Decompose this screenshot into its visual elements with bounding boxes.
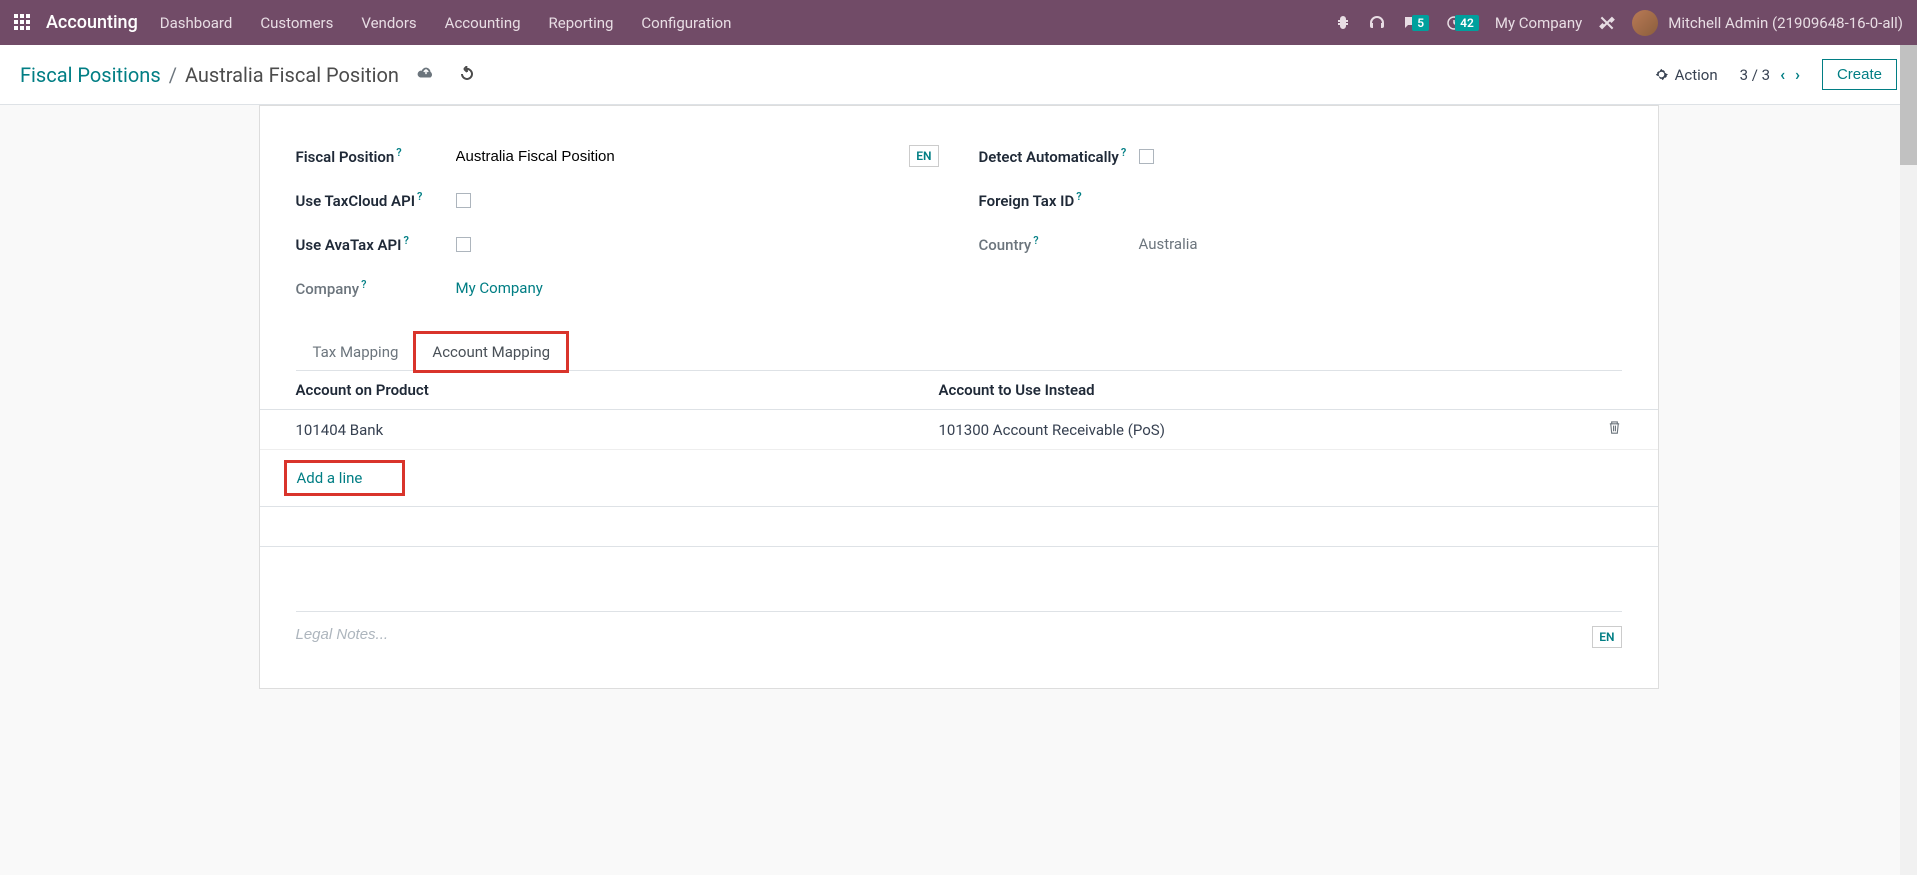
help-icon[interactable]: ?	[396, 146, 401, 159]
breadcrumb: Fiscal Positions / Australia Fiscal Posi…	[20, 63, 475, 87]
help-icon[interactable]: ?	[1121, 146, 1126, 159]
add-line-row: Add a line	[260, 450, 1658, 507]
nav-reporting[interactable]: Reporting	[549, 14, 614, 32]
support-icon[interactable]	[1368, 14, 1386, 32]
lang-button[interactable]: EN	[909, 145, 938, 167]
form-left-col: Fiscal Position? EN Use TaxCloud API? Us…	[296, 136, 939, 312]
trash-icon	[1607, 420, 1622, 435]
detect-auto-label: Detect Automatically?	[979, 146, 1139, 166]
col-account-to-use: Account to Use Instead	[939, 381, 1582, 399]
breadcrumb-parent[interactable]: Fiscal Positions	[20, 63, 161, 87]
foreign-tax-label: Foreign Tax ID?	[979, 190, 1139, 210]
control-panel: Fiscal Positions / Australia Fiscal Posi…	[0, 45, 1917, 105]
tabs: Tax Mapping Account Mapping	[296, 332, 1622, 371]
col-account-on-product: Account on Product	[296, 381, 939, 399]
use-taxcloud-checkbox[interactable]	[456, 193, 471, 208]
apps-icon[interactable]	[14, 14, 32, 32]
company-link[interactable]: My Company	[456, 279, 543, 297]
create-button[interactable]: Create	[1822, 59, 1897, 90]
form-sheet: Fiscal Position? EN Use TaxCloud API? Us…	[259, 105, 1659, 689]
legal-notes-input[interactable]	[296, 626, 1593, 643]
bug-icon[interactable]	[1334, 14, 1352, 32]
main-navbar: Accounting Dashboard Customers Vendors A…	[0, 0, 1917, 45]
pager: 3 / 3 ‹ ›	[1740, 65, 1800, 84]
action-menu[interactable]: Action	[1654, 66, 1718, 84]
form-right-col: Detect Automatically? Foreign Tax ID? Co…	[979, 136, 1622, 312]
avatar[interactable]	[1632, 10, 1658, 36]
clock-badge: 42	[1455, 15, 1479, 31]
fiscal-position-input[interactable]	[456, 148, 910, 165]
foreign-tax-input[interactable]	[1139, 192, 1622, 209]
activities-button[interactable]: 42	[1445, 14, 1479, 32]
delete-row-button[interactable]	[1582, 420, 1622, 439]
cell-account-src[interactable]: 101404 Bank	[296, 421, 939, 439]
cloud-unsaved-icon[interactable]	[417, 63, 435, 87]
nav-menu: Dashboard Customers Vendors Accounting R…	[160, 14, 732, 32]
cp-right: Action 3 / 3 ‹ › Create	[1654, 59, 1897, 90]
discard-icon[interactable]	[459, 63, 475, 87]
gear-icon	[1654, 67, 1669, 82]
action-label: Action	[1675, 66, 1718, 84]
nav-configuration[interactable]: Configuration	[641, 14, 731, 32]
add-line-button[interactable]: Add a line	[284, 460, 406, 496]
systray: 5 42 My Company Mitchell Admin (21909648…	[1334, 10, 1903, 36]
messages-button[interactable]: 5	[1402, 14, 1429, 32]
account-mapping-table: Account on Product Account to Use Instea…	[260, 371, 1658, 591]
help-icon[interactable]: ?	[1033, 234, 1038, 247]
legal-notes: EN	[296, 611, 1622, 648]
scrollbar-thumb[interactable]	[1900, 45, 1917, 165]
use-avatax-checkbox[interactable]	[456, 237, 471, 252]
table-row[interactable]: 101404 Bank 101300 Account Receivable (P…	[260, 410, 1658, 450]
help-icon[interactable]: ?	[361, 278, 366, 291]
company-switcher[interactable]: My Company	[1495, 14, 1582, 32]
nav-vendors[interactable]: Vendors	[361, 14, 416, 32]
use-taxcloud-label: Use TaxCloud API?	[296, 190, 456, 210]
user-menu[interactable]: Mitchell Admin (21909648-16-0-all)	[1668, 14, 1903, 32]
cell-account-dest[interactable]: 101300 Account Receivable (PoS)	[939, 421, 1582, 439]
breadcrumb-current: Australia Fiscal Position	[185, 63, 399, 87]
tools-icon[interactable]	[1598, 14, 1616, 32]
nav-customers[interactable]: Customers	[260, 14, 333, 32]
breadcrumb-sep: /	[169, 63, 177, 87]
help-icon[interactable]: ?	[1076, 190, 1081, 203]
pager-prev[interactable]: ‹	[1780, 65, 1785, 84]
nav-dashboard[interactable]: Dashboard	[160, 14, 233, 32]
detect-auto-checkbox[interactable]	[1139, 149, 1154, 164]
scrollbar[interactable]	[1900, 45, 1917, 875]
company-label: Company?	[296, 278, 456, 298]
nav-accounting[interactable]: Accounting	[445, 14, 521, 32]
notes-lang-button[interactable]: EN	[1592, 626, 1621, 648]
help-icon[interactable]: ?	[417, 190, 422, 203]
country-label: Country?	[979, 234, 1139, 254]
tab-tax-mapping[interactable]: Tax Mapping	[296, 333, 416, 371]
use-avatax-label: Use AvaTax API?	[296, 234, 456, 254]
pager-text[interactable]: 3 / 3	[1740, 66, 1771, 84]
fiscal-position-label: Fiscal Position?	[296, 146, 456, 166]
app-brand[interactable]: Accounting	[46, 12, 138, 33]
help-icon[interactable]: ?	[403, 234, 408, 247]
pager-next[interactable]: ›	[1795, 65, 1800, 84]
country-value[interactable]: Australia	[1139, 235, 1198, 253]
chat-badge: 5	[1412, 15, 1429, 31]
tab-account-mapping[interactable]: Account Mapping	[415, 333, 567, 371]
